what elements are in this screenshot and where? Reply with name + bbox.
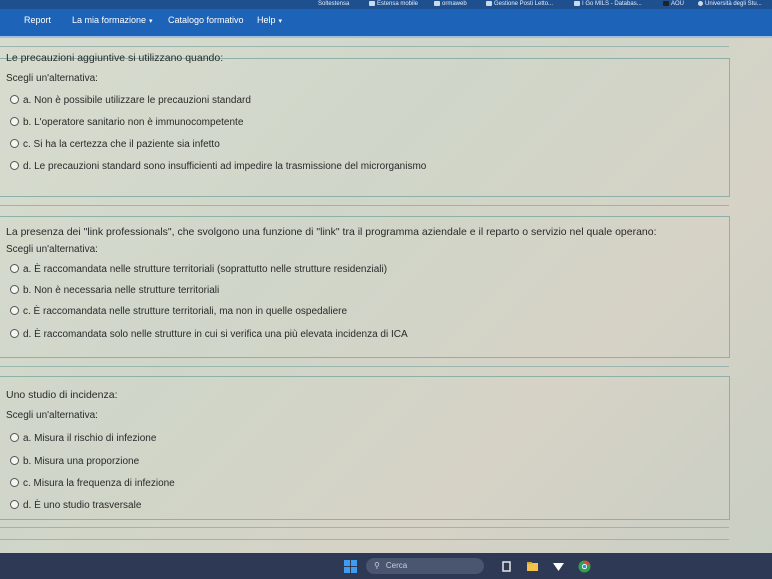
bookmark-label: Gestione Posti Letto... (494, 1, 554, 7)
task-view-icon[interactable] (500, 560, 513, 573)
answer-option-label: b. L'operatore sanitario non è immunocom… (23, 117, 244, 128)
divider (0, 527, 729, 528)
main-navbar: Report La mia formazione ▾ Catalogo forma… (0, 9, 772, 36)
question-prompt: Scegli un'alternativa: (6, 244, 98, 255)
answer-option[interactable]: c. Misura la frequenza di infezione (10, 477, 175, 491)
bookmark-icon (434, 0, 440, 6)
bookmark-item[interactable]: ormaweb (434, 0, 467, 9)
radio-button[interactable] (10, 455, 19, 465)
divider (0, 366, 729, 367)
bookmark-icon (369, 0, 375, 6)
question-text: Le precauzioni aggiuntive si utilizzano … (6, 52, 224, 64)
nav-report[interactable]: Report (24, 9, 51, 36)
mail-app-icon[interactable] (552, 560, 565, 573)
radio-button[interactable] (10, 284, 19, 294)
divider (0, 205, 729, 206)
bookmark-icon (574, 0, 580, 6)
radio-button[interactable] (10, 328, 19, 338)
radio-button[interactable] (10, 432, 19, 442)
bookmark-icon (486, 0, 492, 6)
bookmark-label: Università degli Stu... (705, 1, 762, 7)
file-explorer-icon[interactable] (526, 560, 539, 573)
bookmark-label: Soltestensa (318, 1, 350, 7)
answer-option-label: c. Si ha la certezza che il paziente sia… (23, 139, 220, 150)
navbar-divider (0, 36, 772, 38)
radio-button[interactable] (10, 305, 19, 315)
bookmark-icon (663, 0, 669, 6)
radio-button[interactable] (10, 138, 19, 148)
answer-option[interactable]: a. Non è possibile utilizzare le precauz… (10, 94, 251, 108)
nav-report-label: Report (24, 15, 52, 25)
answer-option[interactable]: b. Non è necessaria nelle strutture terr… (10, 284, 219, 298)
nav-help-menu[interactable]: Help ▾ (257, 9, 282, 36)
answer-option[interactable]: d. Le precauzioni standard sono insuffic… (10, 160, 426, 174)
bookmark-item[interactable]: Università degli Stu... (698, 0, 762, 9)
answer-option[interactable]: b. L'operatore sanitario non è immunocom… (10, 116, 243, 130)
chevron-down-icon: ▾ (149, 18, 153, 25)
answer-option-label: c. Misura la frequenza di infezione (23, 478, 175, 489)
nav-training-menu[interactable]: La mia formazione ▾ (72, 9, 153, 36)
answer-option[interactable]: c. Si ha la certezza che il paziente sia… (10, 138, 220, 152)
divider (0, 539, 729, 540)
nav-training-label: La mia formazione (72, 15, 147, 25)
answer-option-label: d. È uno studio trasversale (23, 500, 142, 511)
answer-option-label: a. È raccomandata nelle strutture territ… (23, 264, 388, 275)
answer-option[interactable]: a. È raccomandata nelle strutture territ… (10, 263, 387, 277)
divider (0, 46, 729, 47)
radio-button[interactable] (10, 94, 19, 104)
bookmark-item[interactable]: Estensa mobile (369, 0, 418, 9)
bookmark-item[interactable]: I Go MILS - Databas... (574, 0, 642, 9)
windows-start-icon[interactable] (344, 560, 357, 573)
bookmark-item[interactable]: Gestione Posti Letto... (486, 0, 553, 9)
question-card: Uno studio di incidenza: Scegli un'alter… (0, 376, 730, 520)
radio-button[interactable] (10, 477, 19, 487)
question-text: La presenza dei "link professionals", ch… (6, 226, 657, 238)
question-text: Uno studio di incidenza: (6, 389, 118, 401)
answer-option[interactable]: d. È uno studio trasversale (10, 499, 141, 513)
answer-option-label: d. Le precauzioni standard sono insuffic… (23, 161, 427, 172)
question-card: Le precauzioni aggiuntive si utilizzano … (0, 52, 730, 197)
answer-option[interactable]: d. È raccomandata solo nelle strutture i… (10, 328, 408, 342)
chevron-down-icon: ▾ (278, 18, 283, 25)
bookmark-label: I Go MILS - Databas... (582, 1, 642, 7)
answer-option[interactable]: c. È raccomandata nelle strutture territ… (10, 305, 347, 319)
bookmark-label: AOU (671, 1, 685, 7)
answer-option-label: a. Non è possibile utilizzare le precauz… (23, 95, 251, 106)
nav-catalog-label: Catalogo formativo (168, 15, 244, 25)
search-placeholder: Cerca (385, 561, 408, 570)
question-prompt: Scegli un'alternativa: (6, 410, 98, 421)
answer-option-label: d. È raccomandata solo nelle strutture i… (23, 329, 408, 340)
nav-catalog[interactable]: Catalogo formativo (168, 9, 244, 36)
bookmark-label: Estensa mobile (377, 1, 419, 7)
taskbar-search[interactable]: ⚲ Cerca (366, 558, 484, 574)
radio-button[interactable] (10, 116, 19, 126)
radio-button[interactable] (10, 499, 19, 509)
answer-option[interactable]: b. Misura una proporzione (10, 455, 139, 469)
bookmarks-bar: Soltestensa Estensa mobile ormaweb Gesti… (0, 0, 772, 9)
answer-option[interactable]: a. Misura il rischio di infezione (10, 432, 156, 446)
nav-help-label: Help (257, 15, 276, 25)
answer-option-label: b. Misura una proporzione (23, 456, 140, 467)
answer-option-label: b. Non è necessaria nelle strutture terr… (23, 285, 220, 296)
answer-option-label: c. È raccomandata nelle strutture territ… (23, 306, 348, 317)
bookmark-item[interactable]: AOU (663, 0, 684, 9)
bookmark-label: ormaweb (442, 1, 467, 7)
chrome-browser-icon[interactable] (578, 560, 591, 573)
search-icon: ⚲ (374, 561, 380, 570)
bookmark-item[interactable]: Soltestensa (318, 0, 349, 9)
radio-button[interactable] (10, 263, 19, 273)
taskbar: ⚲ Cerca (0, 553, 772, 579)
question-card: La presenza dei "link professionals", ch… (0, 216, 730, 358)
answer-option-label: a. Misura il rischio di infezione (23, 433, 157, 444)
question-prompt: Scegli un'alternativa: (6, 73, 98, 84)
bookmark-icon (698, 0, 703, 6)
radio-button[interactable] (10, 160, 19, 170)
